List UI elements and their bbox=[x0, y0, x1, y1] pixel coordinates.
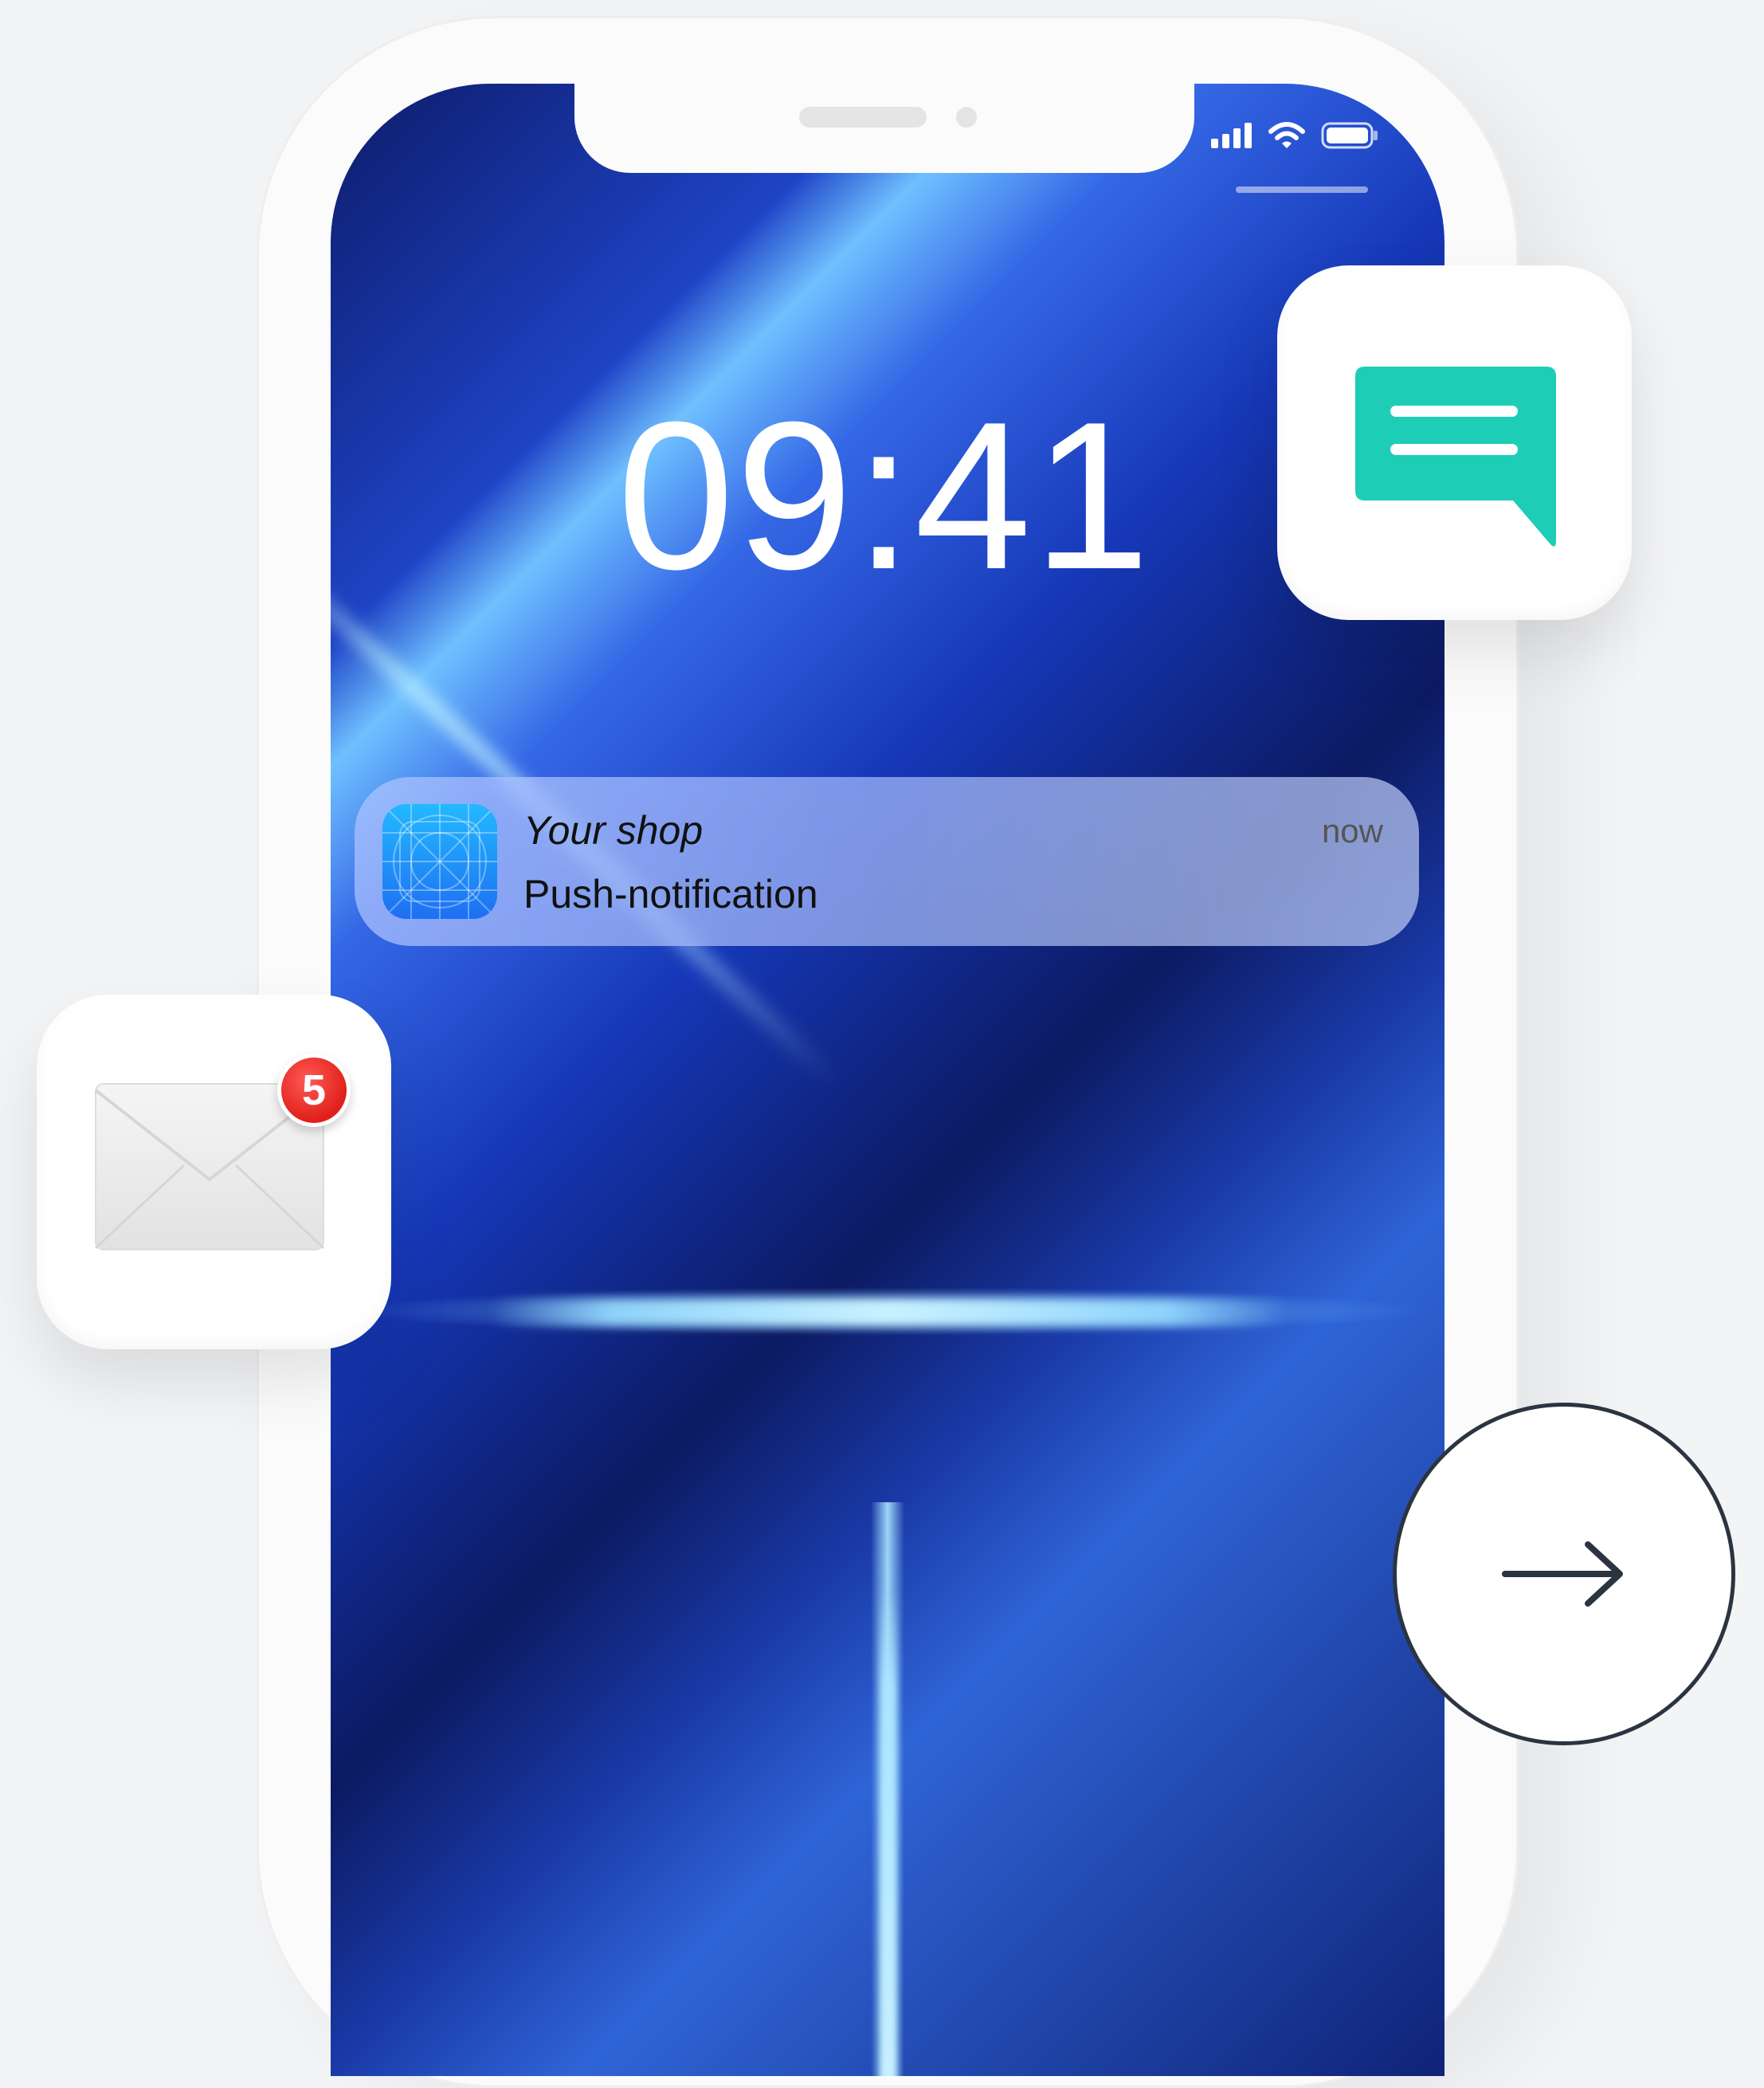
next-arrow-button[interactable] bbox=[1393, 1403, 1735, 1745]
battery-icon bbox=[1321, 122, 1378, 149]
notification-app-name: Your shop bbox=[523, 808, 704, 853]
mail-app-tile[interactable] bbox=[37, 995, 391, 1349]
chat-bubble-icon bbox=[1355, 367, 1556, 547]
status-bar bbox=[1211, 120, 1378, 151]
unread-count-badge: 5 bbox=[277, 1054, 351, 1127]
earpiece-speaker bbox=[799, 107, 927, 128]
notification-message: Push-notification bbox=[523, 872, 818, 916]
wallpaper-horizontal-light bbox=[490, 1299, 1287, 1326]
app-icon bbox=[382, 804, 497, 919]
arrow-right-icon bbox=[1502, 1541, 1623, 1607]
front-camera bbox=[956, 107, 977, 128]
top-indicator-bar bbox=[1236, 186, 1368, 193]
wifi-icon bbox=[1268, 122, 1305, 148]
chat-app-tile[interactable] bbox=[1277, 265, 1632, 620]
envelope-icon bbox=[94, 1083, 325, 1250]
push-notification[interactable]: Your shop Push-notification now bbox=[355, 777, 1419, 946]
lock-screen-clock: 09:41 bbox=[617, 378, 1152, 613]
wallpaper-vertical-light bbox=[880, 1590, 896, 2076]
cellular-signal-icon bbox=[1211, 123, 1252, 148]
notification-time: now bbox=[1321, 812, 1383, 850]
phone-notch bbox=[574, 84, 1194, 173]
app-grid-icon bbox=[382, 804, 497, 919]
